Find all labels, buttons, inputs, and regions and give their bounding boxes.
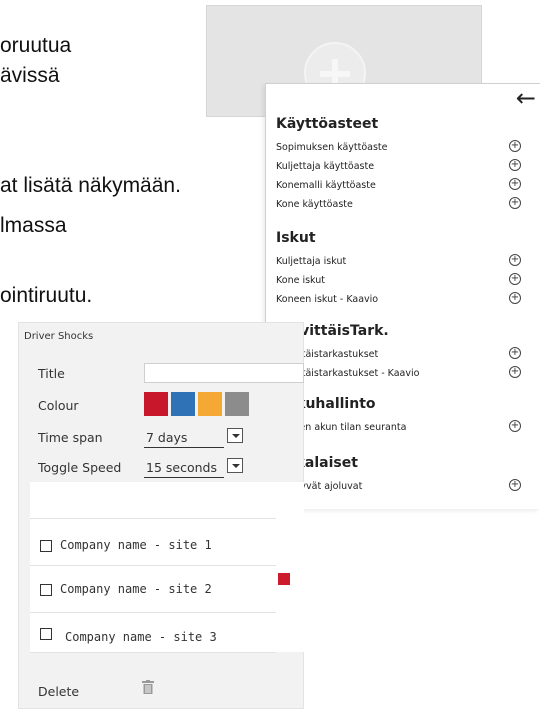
colour-swatch-blue[interactable] [171, 392, 195, 416]
time-span-select[interactable]: 7 days [146, 430, 187, 445]
add-circle-icon[interactable]: + [509, 479, 521, 491]
add-circle-icon[interactable]: + [509, 197, 521, 209]
menu-item[interactable]: Kone iskut [276, 275, 526, 286]
add-circle-icon[interactable]: + [509, 178, 521, 190]
toggle-speed-select[interactable]: 15 seconds [146, 460, 217, 475]
company-name: Company name - site 3 [65, 630, 217, 644]
time-span-underline [144, 447, 224, 448]
background-text-line: ävissä [0, 64, 60, 87]
panel-title: Driver Shocks [24, 331, 94, 342]
colour-swatch-grey[interactable] [225, 392, 249, 416]
background-text-line: oruutua [0, 34, 72, 57]
add-circle-icon[interactable]: + [509, 366, 521, 378]
company-name: Company name - site 2 [60, 582, 212, 596]
menu-item[interactable]: Päättyvät ajoluvat [276, 481, 526, 492]
menu-item[interactable]: Päivittäistarkastukset [276, 349, 526, 360]
add-circle-icon[interactable]: + [509, 347, 521, 359]
background-text-line: ointiruutu. [0, 284, 93, 307]
list-item [30, 482, 276, 519]
company-checkbox[interactable] [40, 628, 52, 640]
colour-swatch-orange[interactable] [198, 392, 222, 416]
arrow-left-icon[interactable]: ← [516, 86, 536, 110]
toggle-speed-label: Toggle Speed [38, 460, 122, 475]
chevron-down-icon[interactable] [227, 428, 243, 443]
background-text-line: at lisätä näkymään. [0, 174, 181, 197]
background-text-line: lmassa [0, 214, 67, 237]
company-checkbox[interactable] [40, 584, 52, 596]
menu-item[interactable]: Sopimuksen käyttöaste [276, 142, 526, 153]
add-circle-icon[interactable]: + [509, 254, 521, 266]
add-circle-icon[interactable]: + [509, 420, 521, 432]
menu-item[interactable]: Konemalli käyttöaste [276, 180, 526, 191]
add-circle-icon[interactable]: + [509, 159, 521, 171]
menu-item[interactable]: Päivittäistarkastukset - Kaavio [276, 368, 526, 379]
title-input[interactable] [144, 363, 304, 383]
trash-icon[interactable] [142, 680, 154, 694]
menu-item[interactable]: Kuljettaja iskut [276, 256, 526, 267]
menu-section-title: Käyttöasteet [276, 116, 379, 132]
company-name: Company name - site 1 [60, 538, 212, 552]
menu-item[interactable]: Koneen iskut - Kaavio [276, 294, 526, 305]
add-circle-icon[interactable]: + [509, 292, 521, 304]
title-label: Title [38, 366, 65, 381]
menu-section-title: Iskut [276, 230, 316, 246]
company-checkbox[interactable] [40, 540, 52, 552]
toggle-speed-underline [144, 477, 224, 478]
menu-item[interactable]: Kone käyttöaste [276, 199, 526, 210]
add-circle-icon[interactable]: + [509, 140, 521, 152]
time-span-label: Time span [38, 430, 103, 445]
delete-label: Delete [38, 684, 80, 699]
scroll-marker[interactable] [278, 573, 290, 585]
company-list [30, 482, 304, 653]
menu-item[interactable]: Kuljettaja käyttöaste [276, 161, 526, 172]
colour-swatch-red[interactable] [144, 392, 168, 416]
colour-label: Colour [38, 398, 79, 413]
chevron-down-icon[interactable] [227, 458, 243, 473]
menu-item[interactable]: Koneen akun tilan seuranta [276, 422, 526, 433]
add-circle-icon[interactable]: + [509, 273, 521, 285]
